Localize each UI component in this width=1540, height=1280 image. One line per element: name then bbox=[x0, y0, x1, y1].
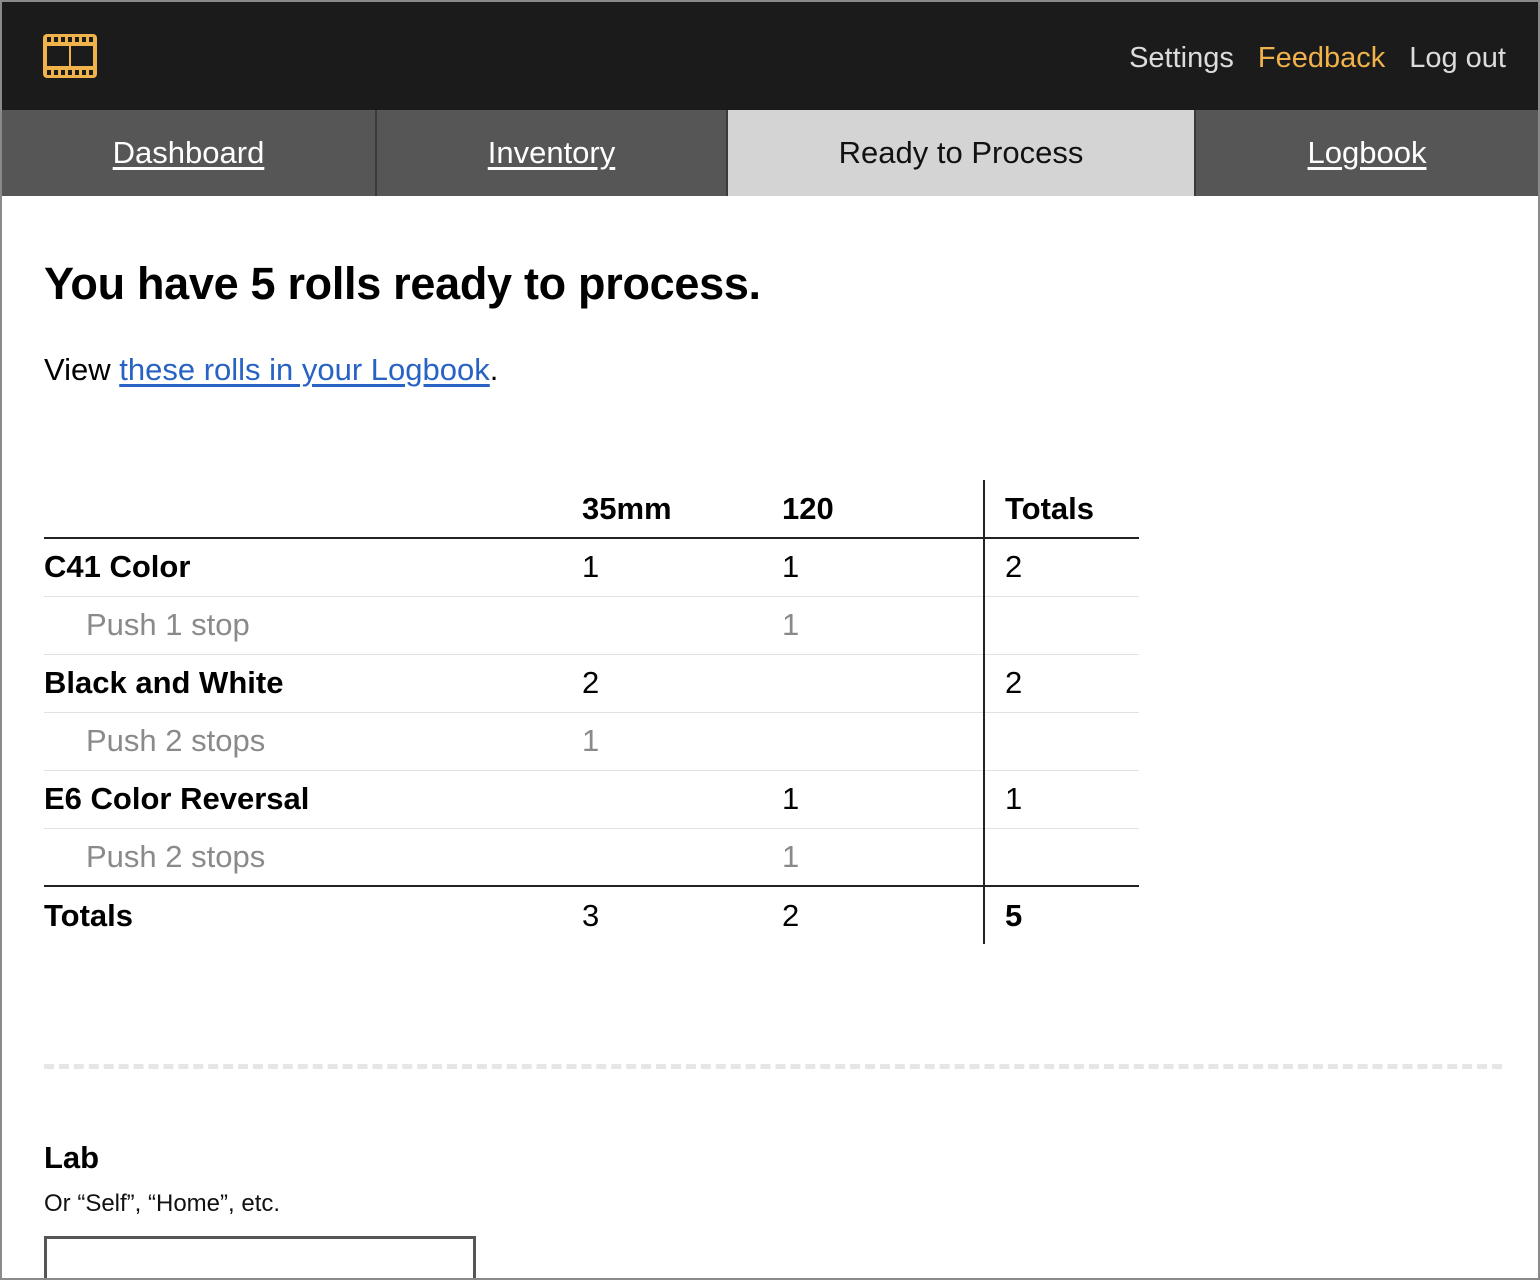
feedback-link[interactable]: Feedback bbox=[1258, 40, 1385, 76]
push-label: Push 2 stops bbox=[86, 712, 582, 771]
row-total: 2 bbox=[983, 654, 1139, 713]
process-name: C41 Color bbox=[44, 538, 354, 597]
column-header-process bbox=[44, 480, 354, 539]
column-header-totals: Totals bbox=[983, 480, 1139, 539]
column-header-push bbox=[354, 480, 582, 539]
count-35mm bbox=[582, 596, 782, 655]
tab-dashboard[interactable]: Dashboard bbox=[2, 110, 377, 196]
process-name: Black and White bbox=[44, 654, 354, 713]
lab-label: Lab bbox=[44, 1140, 100, 1175]
film-strip-icon[interactable] bbox=[41, 32, 99, 80]
column-header-120: 120 bbox=[782, 480, 984, 539]
page-title: You have 5 rolls ready to process. bbox=[44, 258, 761, 309]
table-row: E6 Color Reversal 1 1 bbox=[44, 770, 1139, 829]
count-120: 1 bbox=[782, 828, 984, 887]
lab-hint: Or “Self”, “Home”, etc. bbox=[44, 1190, 281, 1217]
count-120: 1 bbox=[782, 770, 984, 829]
push-label bbox=[354, 770, 582, 829]
row-total: 1 bbox=[983, 770, 1139, 829]
count-120: 1 bbox=[782, 596, 984, 655]
tab-ready-to-process[interactable]: Ready to Process bbox=[728, 110, 1196, 196]
table-row: C41 Color 1 1 2 bbox=[44, 538, 1139, 597]
tab-inventory-label[interactable]: Inventory bbox=[488, 135, 616, 171]
count-120: 1 bbox=[782, 538, 984, 597]
push-label bbox=[354, 538, 582, 597]
count-35mm bbox=[582, 828, 782, 887]
table-row: Push 2 stops 1 bbox=[44, 712, 1139, 771]
logbook-rolls-link[interactable]: these rolls in your Logbook bbox=[119, 352, 490, 387]
view-logbook-line: View these rolls in your Logbook. bbox=[44, 352, 498, 388]
totals-spacer bbox=[354, 886, 582, 944]
view-prefix: View bbox=[44, 352, 120, 387]
totals-label: Totals bbox=[44, 897, 133, 933]
count-120 bbox=[782, 654, 984, 713]
logout-link[interactable]: Log out bbox=[1409, 40, 1506, 76]
process-name: E6 Color Reversal bbox=[44, 770, 354, 829]
section-divider bbox=[44, 1064, 1502, 1069]
tab-logbook[interactable]: Logbook bbox=[1196, 110, 1538, 196]
top-nav: Settings Feedback Log out bbox=[1129, 40, 1506, 76]
count-35mm: 2 bbox=[582, 654, 782, 713]
total-35mm: 3 bbox=[582, 897, 600, 933]
lab-input[interactable] bbox=[44, 1236, 476, 1278]
push-label: Push 1 stop bbox=[86, 596, 582, 655]
row-total bbox=[983, 828, 1139, 887]
push-label: Push 2 stops bbox=[86, 828, 582, 887]
row-total: 2 bbox=[983, 538, 1139, 597]
count-35mm bbox=[582, 770, 782, 829]
tab-inventory[interactable]: Inventory bbox=[377, 110, 728, 196]
count-35mm: 1 bbox=[582, 712, 782, 771]
app-frame: Settings Feedback Log out Dashboard Inve… bbox=[0, 0, 1540, 1280]
table-row: Black and White 2 2 bbox=[44, 654, 1139, 713]
main-tabs: Dashboard Inventory Ready to Process Log… bbox=[2, 110, 1538, 196]
table-row: Push 2 stops 1 bbox=[44, 828, 1139, 887]
row-total bbox=[983, 712, 1139, 771]
push-label bbox=[354, 654, 582, 713]
view-suffix: . bbox=[489, 352, 499, 387]
top-bar: Settings Feedback Log out bbox=[2, 2, 1538, 110]
column-header-35mm: 35mm bbox=[582, 480, 782, 539]
row-total bbox=[983, 596, 1139, 655]
tab-dashboard-label[interactable]: Dashboard bbox=[113, 135, 265, 171]
total-120: 2 bbox=[782, 897, 800, 933]
process-summary-table: 35mm 120 Totals C41 Color 1 1 2 Push 1 s… bbox=[44, 480, 1139, 944]
table-header-row: 35mm 120 Totals bbox=[44, 480, 1139, 539]
tab-ready-to-process-label: Ready to Process bbox=[838, 135, 1084, 170]
settings-link[interactable]: Settings bbox=[1129, 40, 1234, 76]
table-row: Push 1 stop 1 bbox=[44, 596, 1139, 655]
count-120 bbox=[782, 712, 984, 771]
grand-total: 5 bbox=[983, 886, 1139, 944]
totals-row: Totals 3 2 5 bbox=[44, 886, 1139, 944]
tab-logbook-label[interactable]: Logbook bbox=[1308, 135, 1427, 171]
count-35mm: 1 bbox=[582, 538, 782, 597]
